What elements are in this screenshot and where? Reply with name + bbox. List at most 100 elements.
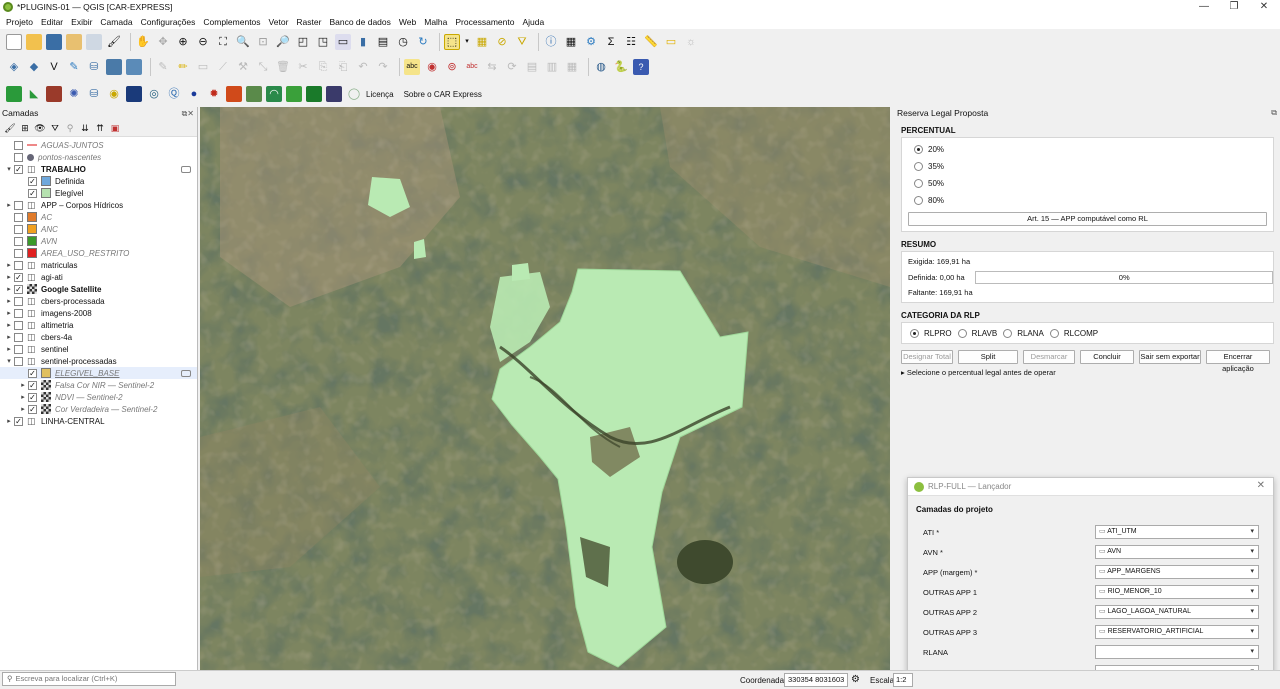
layer-visibility-checkbox[interactable]: ✓ bbox=[28, 380, 37, 390]
red-sun-icon[interactable]: ✹ bbox=[206, 86, 222, 102]
open-project-icon[interactable] bbox=[26, 34, 42, 50]
save-as-icon[interactable] bbox=[66, 34, 82, 50]
zoom-full-icon[interactable]: ⛶ bbox=[215, 34, 231, 50]
percentual-radio[interactable]: 50% bbox=[902, 175, 1273, 192]
expand-toggle-icon[interactable]: ▸ bbox=[4, 201, 14, 209]
percentual-radio[interactable]: 20% bbox=[902, 141, 1273, 158]
measure-icon[interactable]: 📏 bbox=[643, 34, 659, 50]
sun-icon[interactable]: ☼ bbox=[683, 34, 699, 50]
layer-item[interactable]: ▸ ✓ ◫ LINHA-CENTRAL bbox=[0, 415, 197, 427]
eligible-patch[interactable] bbox=[414, 239, 426, 259]
forest-icon[interactable] bbox=[306, 86, 322, 102]
layer-item[interactable]: AGUAS-JUNTOS bbox=[0, 139, 197, 151]
tree-icon[interactable] bbox=[286, 86, 302, 102]
layer-item[interactable]: ANC bbox=[0, 223, 197, 235]
extents-toggle-icon[interactable]: ⚙ bbox=[851, 674, 860, 685]
search-plugin-icon[interactable]: Ⓠ bbox=[166, 86, 182, 102]
layer-item[interactable]: ▸ ✓ Falsa Cor NIR — Sentinel-2 bbox=[0, 379, 197, 391]
show-bookmarks-icon[interactable]: ▤ bbox=[375, 34, 391, 50]
zoom-out-icon[interactable]: ⊖ bbox=[195, 34, 211, 50]
expand-toggle-icon[interactable]: ▸ bbox=[4, 309, 14, 317]
add-csv-icon[interactable]: V bbox=[46, 59, 62, 75]
zoom-selection-icon[interactable]: 🔍 bbox=[235, 34, 251, 50]
add-wms-icon[interactable]: ✎ bbox=[66, 59, 82, 75]
menu-configura-es[interactable]: Configurações bbox=[137, 17, 200, 27]
globe-icon[interactable]: ◍ bbox=[593, 59, 609, 75]
add-group-icon[interactable]: ⊞ bbox=[19, 122, 31, 134]
redo-icon[interactable]: ↷ bbox=[375, 59, 391, 75]
sensor-plugin-icon[interactable]: ◉ bbox=[106, 86, 122, 102]
layer-combo[interactable]: ▭ RESERVATORIO_ARTIFICIAL ▾ bbox=[1095, 625, 1259, 639]
layer-item[interactable]: ✓ Definida bbox=[0, 175, 197, 187]
layer-visibility-checkbox[interactable] bbox=[14, 236, 23, 246]
layer-visibility-checkbox[interactable]: ✓ bbox=[28, 368, 37, 378]
menu-complementos[interactable]: Complementos bbox=[199, 17, 264, 27]
expand-toggle-icon[interactable]: ▸ bbox=[4, 273, 14, 281]
vertex-tool-icon[interactable]: ⚒ bbox=[235, 59, 251, 75]
move-feature-icon[interactable]: ⤡ bbox=[255, 59, 271, 75]
monitor-icon[interactable] bbox=[326, 86, 342, 102]
label-props-icon[interactable]: ▤ bbox=[524, 59, 540, 75]
expand-toggle-icon[interactable]: ▸ bbox=[18, 381, 28, 389]
zoom-native-icon[interactable]: 🔎 bbox=[275, 34, 291, 50]
radio-button-icon[interactable] bbox=[914, 162, 923, 171]
layer-item[interactable]: pontos-nascentes bbox=[0, 151, 197, 163]
terrain-icon[interactable] bbox=[246, 86, 262, 102]
menu-processamento[interactable]: Processamento bbox=[451, 17, 518, 27]
chevron-down-icon[interactable]: ▾ bbox=[1250, 566, 1254, 578]
concluir-button[interactable]: Concluir bbox=[1080, 350, 1134, 364]
statistics-icon[interactable]: Σ bbox=[603, 34, 619, 50]
temporal-icon[interactable]: ◷ bbox=[395, 34, 411, 50]
radio-button-icon[interactable] bbox=[910, 328, 919, 338]
expand-toggle-icon[interactable]: ▸ bbox=[4, 321, 14, 329]
layer-visibility-checkbox[interactable] bbox=[14, 320, 23, 330]
select-features-icon[interactable]: ⬚ bbox=[444, 34, 460, 50]
map-layer-icon[interactable] bbox=[46, 86, 62, 102]
scale-field[interactable]: 1:2 bbox=[893, 673, 913, 687]
layer-item[interactable]: ▸ ◫ cbers-4a bbox=[0, 331, 197, 343]
chevron-down-icon[interactable]: ▾ bbox=[1250, 606, 1254, 618]
cog-plugin-icon[interactable]: ✺ bbox=[66, 86, 82, 102]
menu-projeto[interactable]: Projeto bbox=[2, 17, 37, 27]
radio-button-icon[interactable] bbox=[914, 145, 923, 154]
help-icon[interactable]: ? bbox=[633, 59, 649, 75]
label-rotate-icon[interactable]: ⟳ bbox=[504, 59, 520, 75]
annotation-icon[interactable]: ▭ bbox=[663, 34, 679, 50]
percentual-radio[interactable]: 35% bbox=[902, 158, 1273, 175]
layer-indicator-icon[interactable] bbox=[181, 369, 191, 377]
layer-visibility-checkbox[interactable] bbox=[14, 296, 23, 306]
processing-toolbox-icon[interactable]: ⚙ bbox=[583, 34, 599, 50]
sair-sem-exportar-button[interactable]: Sair sem exportar bbox=[1139, 350, 1201, 364]
layer-visibility-checkbox[interactable]: ✓ bbox=[28, 176, 37, 186]
dropdown-chevron-icon[interactable]: ▾ bbox=[464, 34, 470, 50]
expand-toggle-icon[interactable]: ▸ bbox=[18, 405, 28, 413]
radio-button-icon[interactable] bbox=[1003, 328, 1013, 338]
expand-toggle-icon[interactable]: ▸ bbox=[18, 393, 28, 401]
data-source-icon[interactable]: ◈ bbox=[6, 59, 22, 75]
zoom-layer-icon[interactable]: ⊡ bbox=[255, 34, 271, 50]
expand-toggle-icon[interactable]: ▾ bbox=[4, 165, 14, 173]
expand-toggle-icon[interactable]: ▸ bbox=[4, 285, 14, 293]
leaf-icon[interactable]: ◣ bbox=[26, 86, 42, 102]
expand-toggle-icon[interactable]: ▾ bbox=[4, 357, 14, 365]
brazil-flag-icon[interactable] bbox=[6, 86, 22, 102]
layer-visibility-checkbox[interactable] bbox=[14, 224, 23, 234]
layer-item[interactable]: ▸ ◫ matriculas bbox=[0, 259, 197, 271]
layer-item[interactable]: ▸ ✓ NDVI — Sentinel-2 bbox=[0, 391, 197, 403]
save-edits-icon[interactable]: ▭ bbox=[195, 59, 211, 75]
label-move-icon[interactable]: ⇆ bbox=[484, 59, 500, 75]
filter-legend-icon[interactable]: ⚲ bbox=[64, 122, 76, 134]
layer-item[interactable]: ▸ ✓ Cor Verdadeira — Sentinel-2 bbox=[0, 403, 197, 415]
delete-selected-icon[interactable]: 🗑 bbox=[275, 59, 291, 75]
menu-raster[interactable]: Raster bbox=[292, 17, 325, 27]
remove-layer-icon[interactable]: ▣ bbox=[109, 122, 121, 134]
print-layout-icon[interactable] bbox=[86, 34, 102, 50]
zoom-in-icon[interactable]: ⊕ bbox=[175, 34, 191, 50]
menu-web[interactable]: Web bbox=[395, 17, 420, 27]
new-map-view-icon[interactable]: ▭ bbox=[335, 34, 351, 50]
layer-combo[interactable]: ▭ ATI_UTM ▾ bbox=[1095, 525, 1259, 539]
layer-visibility-checkbox[interactable]: ✓ bbox=[28, 392, 37, 402]
add-raster-icon[interactable] bbox=[106, 59, 122, 75]
layer-item[interactable]: ▸ ◫ sentinel bbox=[0, 343, 197, 355]
layer-visibility-checkbox[interactable] bbox=[14, 152, 23, 162]
